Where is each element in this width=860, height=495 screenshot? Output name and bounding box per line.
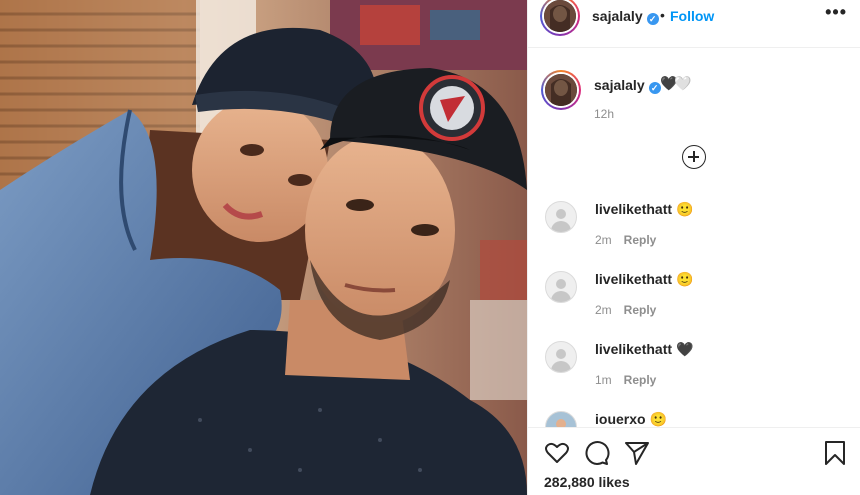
comment-username[interactable]: livelikethatt — [595, 201, 672, 217]
comment-text: 🙂 — [676, 271, 694, 287]
more-options-icon[interactable]: ••• — [825, 2, 847, 23]
commenter-avatar[interactable] — [545, 341, 577, 373]
comment-timestamp[interactable]: 2m — [595, 303, 612, 317]
comment-item: iouerxo 🙂 — [528, 405, 860, 427]
comment-timestamp[interactable]: 1m — [595, 373, 612, 387]
commenter-avatar[interactable] — [545, 201, 577, 233]
comment-meta: 1m Reply — [595, 373, 656, 387]
post-photo[interactable] — [0, 0, 527, 495]
separator-dot: • — [660, 7, 665, 23]
photo-illustration — [0, 0, 527, 495]
post-actions: 282,880 likes — [528, 427, 860, 495]
avatar-portrait — [544, 0, 576, 32]
caption-text: 🖤🤍 — [660, 75, 692, 91]
post-sidebar: sajalaly✓ • Follow ••• sajalaly✓ � — [527, 0, 860, 495]
comments-list[interactable]: livelikethatt 🙂 2m Reply livelikethatt 🙂 2m… — [528, 195, 860, 427]
instagram-post: sajalaly✓ • Follow ••• sajalaly✓ � — [0, 0, 860, 495]
comment-author: livelikethatt 🙂 — [595, 201, 693, 218]
comment-author: iouerxo 🙂 — [595, 411, 667, 427]
like-heart-icon[interactable] — [544, 440, 570, 466]
comment-text: 🙂 — [676, 201, 694, 217]
verified-badge-icon: ✓ — [646, 13, 659, 25]
comment-author: livelikethatt 🙂 — [595, 271, 693, 288]
verified-badge-icon: ✓ — [648, 82, 661, 94]
author-avatar[interactable] — [540, 0, 580, 36]
reply-button[interactable]: Reply — [624, 233, 657, 247]
likes-count[interactable]: 282,880 likes — [544, 474, 630, 490]
comment-username[interactable]: iouerxo — [595, 411, 646, 427]
caption-timestamp[interactable]: 12h — [594, 107, 614, 121]
post-header: sajalaly ✓ • Follow ••• — [528, 0, 860, 48]
comment-meta: 2m Reply — [595, 303, 656, 317]
share-paper-plane-icon[interactable] — [624, 440, 650, 466]
caption: sajalaly ✓ 🖤🤍 12h — [528, 60, 860, 130]
comment-username[interactable]: livelikethatt — [595, 341, 672, 357]
comment-timestamp[interactable]: 2m — [595, 233, 612, 247]
commenter-avatar[interactable] — [545, 271, 577, 303]
follow-button[interactable]: Follow — [670, 8, 714, 24]
caption-username-text[interactable]: sajalaly — [594, 77, 645, 93]
comment-item: livelikethatt 🙂 2m Reply — [528, 195, 860, 265]
caption-avatar[interactable] — [541, 70, 581, 110]
load-more-comments-icon[interactable] — [682, 145, 706, 169]
save-bookmark-icon[interactable] — [822, 440, 848, 466]
comment-meta: 2m Reply — [595, 233, 656, 247]
comment-item: livelikethatt 🙂 2m Reply — [528, 265, 860, 335]
author-username[interactable]: sajalaly ✓ — [592, 8, 659, 25]
avatar-portrait — [545, 74, 577, 106]
comment-username[interactable]: livelikethatt — [595, 271, 672, 287]
comment-bubble-icon[interactable] — [584, 440, 610, 466]
comment-text: 🙂 — [649, 411, 668, 427]
comment-text: 🖤 — [676, 341, 694, 357]
author-username-text[interactable]: sajalaly — [592, 8, 643, 24]
comment-author: livelikethatt 🖤 — [595, 341, 693, 358]
commenter-avatar[interactable] — [545, 411, 577, 427]
reply-button[interactable]: Reply — [624, 303, 657, 317]
reply-button[interactable]: Reply — [624, 373, 657, 387]
caption-username[interactable]: sajalaly ✓ — [594, 77, 661, 94]
comment-item: livelikethatt 🖤 1m Reply — [528, 335, 860, 405]
